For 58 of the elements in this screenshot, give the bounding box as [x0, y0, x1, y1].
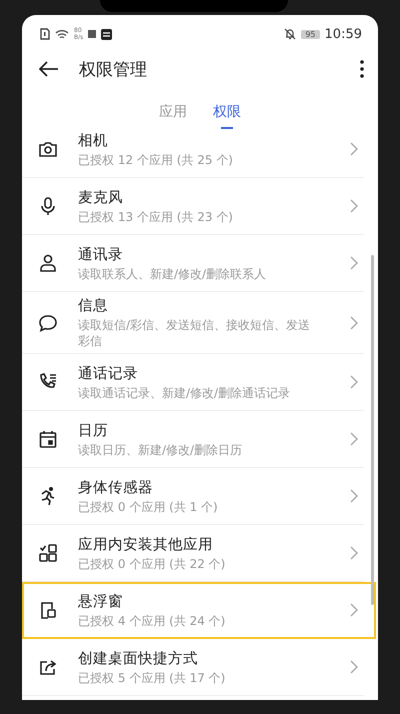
permission-title: 通话记录: [78, 364, 139, 382]
muted-bell-icon: [284, 28, 296, 40]
grid-check-icon: [38, 543, 58, 563]
permission-row[interactable]: 创建桌面快捷方式 已授权 5 个应用 (共 17 个): [22, 639, 364, 696]
permission-row[interactable]: 应用内安装其他应用 已授权 0 个应用 (共 22 个): [22, 525, 364, 582]
permission-summary: 读取通话记录、新建/修改/删除通话记录: [78, 384, 292, 400]
chevron-icon: [350, 660, 358, 674]
permission-summary: 读取日历、新建/修改/删除日历: [78, 442, 244, 458]
person-icon: [38, 253, 58, 273]
chat-bubble-icon: [38, 312, 58, 332]
permission-title: 身体传感器: [78, 478, 154, 496]
permission-row[interactable]: 麦克风 已授权 13 个应用 (共 23 个): [22, 178, 364, 235]
chevron-icon: [350, 432, 358, 446]
permission-title: 相机: [78, 132, 109, 150]
permission-summary: 已授权 0 个应用 (共 1 个): [78, 498, 219, 514]
page-title: 权限管理: [79, 58, 148, 80]
permission-title: 信息: [78, 297, 109, 315]
calendar-icon: [38, 429, 58, 449]
permission-row[interactable]: 信息 读取短信/彩信、发送短信、接收短信、发送彩信: [22, 292, 364, 354]
clock: 10:59: [324, 26, 362, 42]
permission-row[interactable]: 通讯录 读取联系人、新建/修改/删除联系人: [22, 235, 364, 292]
chevron-icon: [350, 256, 358, 270]
chevron-icon: [350, 375, 358, 389]
scrollbar[interactable]: [371, 255, 374, 605]
permission-row[interactable]: 日历 读取日历、新建/修改/删除日历: [22, 411, 364, 468]
microphone-icon: [38, 196, 58, 216]
permission-row[interactable]: 相机 已授权 12 个应用 (共 25 个): [22, 121, 364, 178]
more-options-icon[interactable]: [360, 60, 364, 78]
permission-title: 应用内安装其他应用: [78, 536, 214, 554]
square-icon: [88, 30, 96, 38]
floating-window-icon: [38, 600, 58, 620]
permission-row[interactable]: 身体传感器 已授权 0 个应用 (共 1 个): [22, 468, 364, 525]
sim-icon: [40, 28, 50, 40]
chevron-icon: [350, 603, 358, 617]
permission-row[interactable]: 通话记录 读取通话记录、新建/修改/删除通话记录: [22, 354, 364, 411]
permission-title: 日历: [78, 422, 109, 440]
permission-title: 创建桌面快捷方式: [78, 650, 199, 668]
permission-summary: 已授权 4 个应用 (共 24 个): [78, 612, 226, 628]
back-icon[interactable]: [39, 61, 59, 77]
permission-summary: 已授权 5 个应用 (共 17 个): [78, 670, 226, 686]
permission-title: 麦克风: [78, 188, 124, 206]
battery-level: 95: [301, 30, 320, 38]
wifi-icon: [55, 28, 69, 40]
chevron-icon: [350, 316, 358, 330]
permission-summary: 读取联系人、新建/修改/删除联系人: [78, 266, 268, 282]
chevron-icon: [350, 546, 358, 560]
chevron-icon: [350, 199, 358, 213]
camera-icon: [38, 139, 58, 159]
permission-title: 通讯录: [78, 246, 124, 264]
permission-summary: 已授权 12 个应用 (共 25 个): [78, 152, 234, 168]
chevron-icon: [350, 142, 358, 156]
permission-row[interactable]: 悬浮窗 已授权 4 个应用 (共 24 个): [22, 582, 376, 639]
permission-summary: 已授权 0 个应用 (共 22 个): [78, 556, 226, 572]
permission-summary: 读取短信/彩信、发送短信、接收短信、发送彩信: [78, 317, 312, 349]
app-notification-icon: [101, 28, 112, 40]
permission-title: 悬浮窗: [78, 592, 124, 610]
chevron-icon: [350, 489, 358, 503]
permission-summary: 已授权 13 个应用 (共 23 个): [78, 208, 234, 224]
